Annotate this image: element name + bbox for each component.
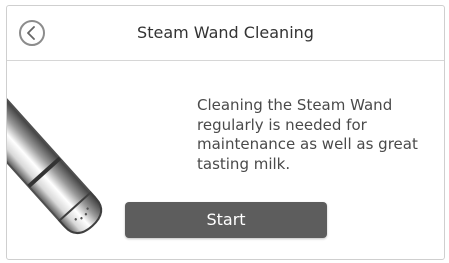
instruction-text: Cleaning the Steam Wand regularly is nee… xyxy=(197,96,418,173)
header-bar: Steam Wand Cleaning xyxy=(7,6,444,61)
steam-wand-cleaning-screen: Steam Wand Cleaning Cleaning the Steam W… xyxy=(6,5,445,260)
chevron-left-icon xyxy=(27,26,35,40)
start-button[interactable]: Start xyxy=(125,202,327,238)
page-title: Steam Wand Cleaning xyxy=(137,23,314,42)
back-button[interactable] xyxy=(19,20,45,46)
